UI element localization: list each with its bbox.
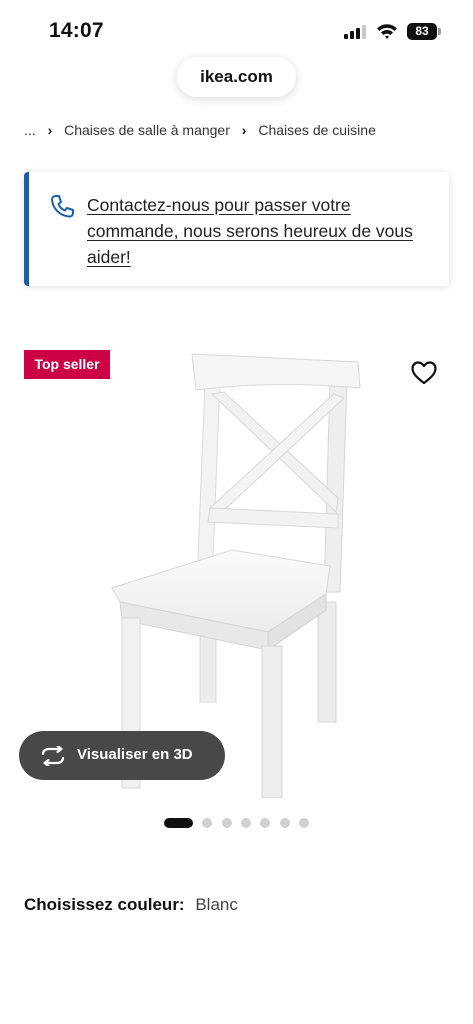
heart-icon[interactable] (410, 360, 438, 386)
pagination-dot[interactable] (299, 818, 309, 828)
address-bar[interactable]: ikea.com (177, 57, 296, 97)
phone-icon (51, 195, 74, 218)
product-image-chair (111, 353, 361, 798)
battery-level: 83 (407, 23, 437, 40)
top-seller-badge: Top seller (24, 350, 110, 379)
battery-nub (438, 28, 441, 35)
pagination-dot[interactable] (222, 818, 232, 828)
pagination-dot[interactable] (241, 818, 251, 828)
breadcrumb-item-dining-chairs[interactable]: Chaises de salle à manger (64, 122, 230, 138)
pagination-dot-active[interactable] (164, 818, 193, 828)
breadcrumb-item-kitchen-chairs[interactable]: Chaises de cuisine (258, 122, 376, 138)
color-selector-label: Choisissez couleur: (24, 895, 185, 914)
rotate-3d-icon (41, 746, 65, 766)
pagination-dot[interactable] (260, 818, 270, 828)
battery-icon: 83 (407, 23, 441, 40)
wifi-icon (377, 24, 397, 39)
contact-link[interactable]: Contactez-nous pour passer votre command… (87, 192, 437, 270)
status-time: 14:07 (49, 19, 104, 42)
status-bar: 14:07 83 (0, 0, 473, 52)
pagination-dot[interactable] (280, 818, 290, 828)
gallery-pagination (164, 818, 314, 829)
visualize-3d-label: Visualiser en 3D (77, 746, 193, 763)
color-selector-value: Blanc (195, 895, 238, 914)
pagination-dot[interactable] (202, 818, 212, 828)
signal-icon (344, 25, 366, 39)
product-gallery[interactable]: Top seller (0, 318, 473, 798)
visualize-3d-button[interactable]: Visualiser en 3D (19, 731, 225, 780)
chevron-right-icon: › (241, 122, 247, 138)
chevron-right-icon: › (47, 122, 53, 138)
breadcrumb: ... › Chaises de salle à manger › Chaise… (24, 117, 473, 141)
contact-banner: Contactez-nous pour passer votre command… (24, 172, 449, 286)
breadcrumb-ellipsis[interactable]: ... (24, 122, 36, 138)
color-selector[interactable]: Choisissez couleur: Blanc (24, 895, 238, 915)
